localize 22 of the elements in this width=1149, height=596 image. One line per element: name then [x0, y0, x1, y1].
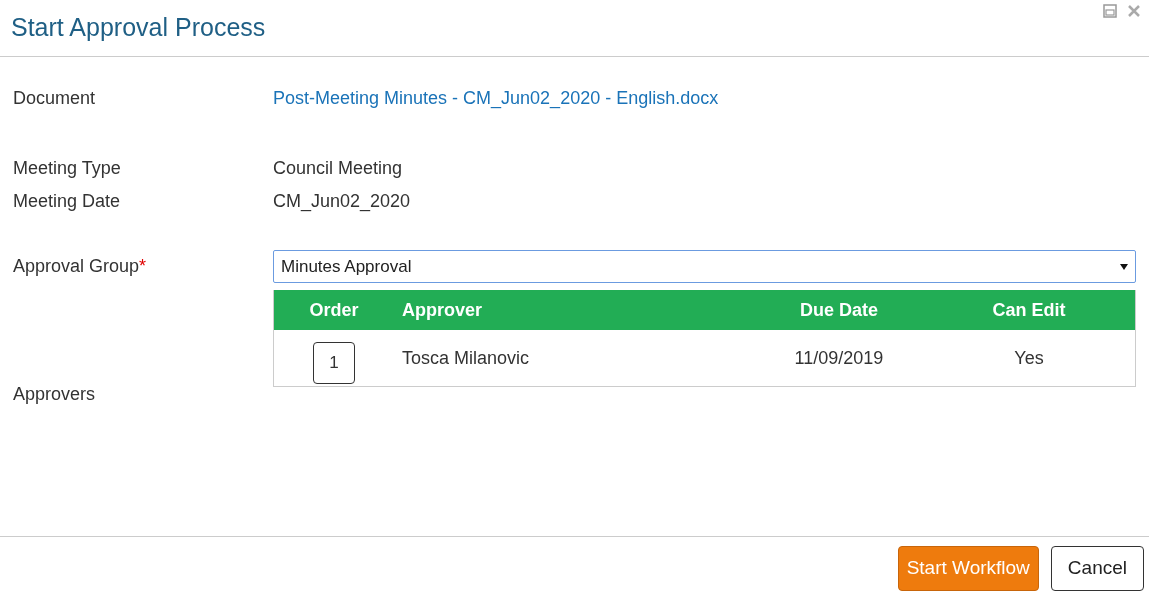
close-icon[interactable] — [1127, 4, 1141, 18]
column-header: Due Date — [799, 298, 879, 322]
field-label: Document — [13, 86, 97, 110]
field-label: Approvers — [13, 383, 97, 406]
table-cell-text: 11/09/2019 — [793, 346, 885, 370]
column-header: Can Edit — [991, 298, 1067, 322]
table-cell-text: Tosca Milanovic — [401, 346, 531, 370]
field-label: Meeting Type — [13, 156, 122, 180]
field-value: CM_Jun02_2020 — [273, 189, 411, 214]
document-link[interactable]: Post-Meeting Minutes - CM_Jun02_2020 - English.docx — [273, 84, 719, 112]
maximize-icon[interactable] — [1103, 4, 1117, 18]
field-label: Approval Group* — [13, 255, 148, 278]
field-value: Council Meeting — [273, 156, 403, 180]
field-label: Meeting Date — [13, 189, 122, 213]
column-header: Approver — [401, 298, 483, 322]
caret-icon — [1120, 263, 1128, 270]
column-header: Order — [308, 298, 360, 322]
dialog-title: Start Approval Process — [11, 12, 266, 44]
cancel-button[interactable]: Cancel — [1050, 546, 1144, 591]
order-field[interactable]: 1 — [313, 342, 355, 384]
table-cell-text: Yes — [1013, 346, 1045, 370]
approval-group-dropdown[interactable]: Minutes Approval — [273, 250, 1136, 283]
